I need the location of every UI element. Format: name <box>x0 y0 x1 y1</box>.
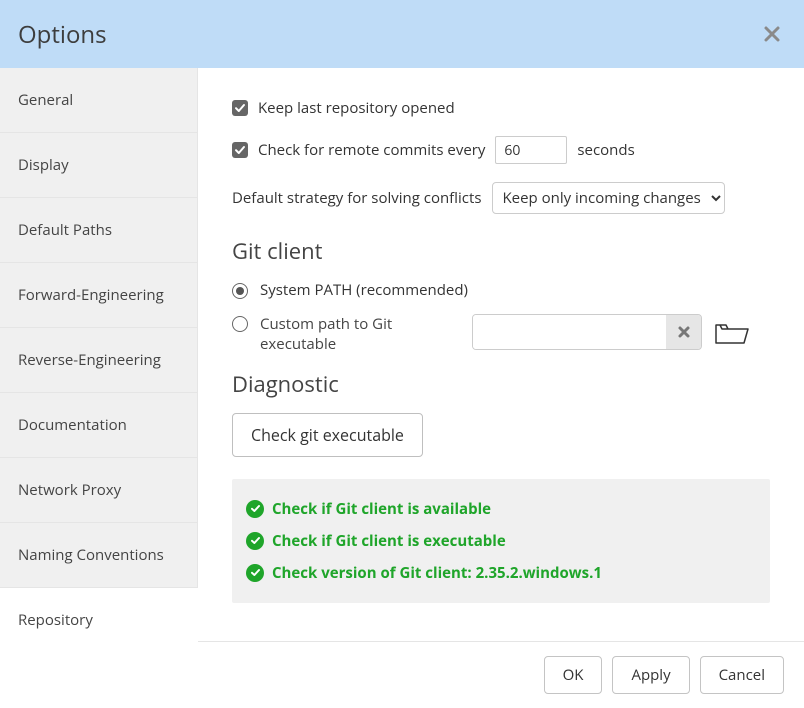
git-custom-path-radio[interactable] <box>232 316 248 332</box>
custom-path-input-wrap <box>472 314 770 350</box>
clear-path-button[interactable] <box>666 315 701 349</box>
check-remote-label-post: seconds <box>577 140 634 160</box>
folder-icon <box>714 319 750 345</box>
check-git-executable-button[interactable]: Check git executable <box>232 413 423 457</box>
sidebar-item-network-proxy[interactable]: Network Proxy <box>0 458 197 523</box>
success-icon <box>246 564 264 582</box>
sidebar-item-forward-engineering[interactable]: Forward-Engineering <box>0 263 197 328</box>
dialog-header: Options <box>0 0 804 68</box>
git-system-path-label: System PATH (recommended) <box>260 280 468 300</box>
check-remote-checkbox[interactable] <box>232 142 248 158</box>
check-icon <box>234 102 246 114</box>
diag-text: Check if Git client is executable <box>272 531 506 551</box>
sidebar-item-reverse-engineering[interactable]: Reverse-Engineering <box>0 328 197 393</box>
diag-text: Check version of Git client: 2.35.2.wind… <box>272 563 602 583</box>
git-system-path-radio[interactable] <box>232 283 248 299</box>
diag-line: Check if Git client is available <box>246 493 756 525</box>
custom-path-input-group <box>472 314 702 350</box>
git-client-heading: Git client <box>232 236 770 266</box>
ok-button[interactable]: OK <box>544 656 603 694</box>
sidebar-item-naming-conventions[interactable]: Naming Conventions <box>0 523 197 588</box>
dialog-body: General Display Default Paths Forward-En… <box>0 68 804 642</box>
diag-line: Check if Git client is executable <box>246 525 756 557</box>
content-panel: Keep last repository opened Check for re… <box>198 68 804 641</box>
success-icon <box>246 500 264 518</box>
close-icon <box>763 25 781 43</box>
git-system-path-row: System PATH (recommended) <box>232 280 770 300</box>
check-remote-label-pre: Check for remote commits every <box>258 140 485 160</box>
dialog-title: Options <box>18 18 107 51</box>
diagnostic-heading: Diagnostic <box>232 369 770 399</box>
clear-icon <box>677 325 691 339</box>
keep-last-row: Keep last repository opened <box>232 98 770 118</box>
sidebar-item-default-paths[interactable]: Default Paths <box>0 198 197 263</box>
success-icon <box>246 532 264 550</box>
check-remote-input[interactable] <box>495 136 567 164</box>
apply-button[interactable]: Apply <box>612 656 689 694</box>
sidebar-item-general[interactable]: General <box>0 68 197 133</box>
keep-last-label: Keep last repository opened <box>258 98 455 118</box>
custom-path-input[interactable] <box>473 315 666 349</box>
sidebar: General Display Default Paths Forward-En… <box>0 68 198 638</box>
check-icon <box>234 144 246 156</box>
dialog-footer: OK Apply Cancel <box>0 642 804 708</box>
git-custom-path-row: Custom path to Git executable <box>232 314 770 355</box>
sidebar-item-documentation[interactable]: Documentation <box>0 393 197 458</box>
diagnostic-results: Check if Git client is available Check i… <box>232 479 770 603</box>
options-dialog: Options General Display Default Paths Fo… <box>0 0 804 708</box>
git-custom-path-label: Custom path to Git executable <box>260 314 460 355</box>
cancel-button[interactable]: Cancel <box>700 656 784 694</box>
radio-dot-icon <box>236 287 244 295</box>
keep-last-checkbox[interactable] <box>232 100 248 116</box>
check-remote-row: Check for remote commits every seconds <box>232 136 770 164</box>
browse-folder-button[interactable] <box>714 318 750 346</box>
conflict-strategy-select[interactable]: Keep only incoming changes <box>492 182 725 214</box>
sidebar-item-display[interactable]: Display <box>0 133 197 198</box>
conflict-strategy-row: Default strategy for solving conflicts K… <box>232 182 770 214</box>
diag-line: Check version of Git client: 2.35.2.wind… <box>246 557 756 589</box>
conflict-label: Default strategy for solving conflicts <box>232 188 482 208</box>
diag-text: Check if Git client is available <box>272 499 491 519</box>
close-button[interactable] <box>758 20 786 48</box>
